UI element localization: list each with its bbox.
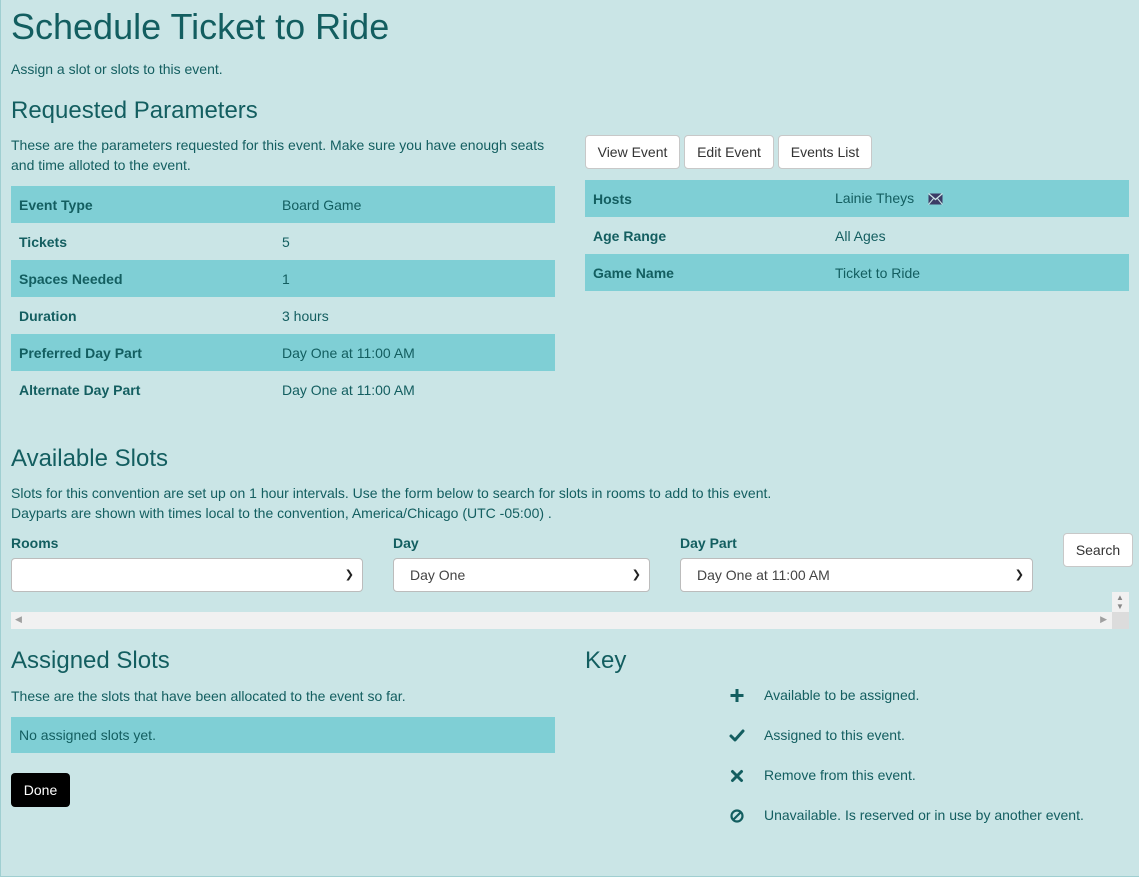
table-row: Event Type Board Game xyxy=(11,186,555,223)
param-label: Duration xyxy=(19,307,77,324)
param-value: 3 hours xyxy=(282,307,329,324)
key-item-text: Assigned to this event. xyxy=(764,727,905,743)
done-button[interactable]: Done xyxy=(11,773,70,807)
host-name[interactable]: Lainie Theys xyxy=(835,190,914,206)
cross-icon xyxy=(727,766,747,786)
daypart-label: Day Part xyxy=(680,535,737,551)
day-select[interactable]: Day One ❯ xyxy=(393,558,650,592)
event-info-table: Hosts Lainie Theys Age Range All Ages Ga… xyxy=(585,180,1129,291)
available-heading: Available Slots xyxy=(11,445,168,472)
events-list-button[interactable]: Events List xyxy=(778,135,872,169)
chevron-down-icon: ❯ xyxy=(1014,569,1024,581)
table-row: Alternate Day Part Day One at 11:00 AM xyxy=(11,371,555,408)
envelope-icon[interactable] xyxy=(928,192,943,208)
key-item-text: Unavailable. Is reserved or in use by an… xyxy=(764,807,1084,823)
param-value: Day One at 11:00 AM xyxy=(282,381,415,398)
day-label: Day xyxy=(393,535,419,551)
view-event-button[interactable]: View Event xyxy=(585,135,680,169)
param-value: 1 xyxy=(274,260,555,297)
ban-icon xyxy=(727,806,747,826)
assigned-heading: Assigned Slots xyxy=(11,647,170,674)
horizontal-scrollbar[interactable]: ◀ ▶ xyxy=(11,612,1113,629)
table-row: Hosts Lainie Theys xyxy=(585,180,1129,217)
scrollbar-corner xyxy=(1112,612,1129,629)
check-icon xyxy=(727,726,747,746)
available-line2: Dayparts are shown with times local to t… xyxy=(11,505,552,521)
table-row: Spaces Needed 1 xyxy=(11,260,555,297)
assigned-empty-message: No assigned slots yet. xyxy=(11,717,555,753)
table-row: Tickets 5 xyxy=(11,223,555,260)
key-item-text: Remove from this event. xyxy=(764,767,916,783)
param-label: Tickets xyxy=(19,233,67,250)
table-row: Preferred Day Part Day One at 11:00 AM xyxy=(11,334,555,371)
info-label: Age Range xyxy=(593,227,667,244)
page-title: Schedule Ticket to Ride xyxy=(11,6,390,47)
requested-description: These are the parameters requested for t… xyxy=(11,137,545,173)
daypart-select[interactable]: Day One at 11:00 AM ❯ xyxy=(680,558,1033,592)
edit-event-button[interactable]: Edit Event xyxy=(684,135,774,169)
scroll-right-icon[interactable]: ▶ xyxy=(1100,614,1107,625)
day-select-value: Day One xyxy=(410,567,466,583)
search-button[interactable]: Search xyxy=(1063,533,1133,567)
param-value: Board Game xyxy=(274,186,555,223)
table-row: Duration 3 hours xyxy=(11,297,555,334)
param-label: Spaces Needed xyxy=(11,260,274,297)
chevron-down-icon: ❯ xyxy=(631,569,641,581)
plus-icon xyxy=(727,686,747,706)
info-value: Ticket to Ride xyxy=(827,254,1129,291)
param-label: Preferred Day Part xyxy=(11,334,274,371)
scroll-down-icon[interactable]: ▼ xyxy=(1116,602,1124,611)
table-row: Age Range All Ages xyxy=(585,217,1129,254)
available-line1: Slots for this convention are set up on … xyxy=(11,485,772,501)
info-value: Lainie Theys xyxy=(827,180,1129,217)
param-label: Alternate Day Part xyxy=(19,381,141,398)
vertical-scrollbar[interactable]: ▲ ▼ xyxy=(1112,592,1129,629)
requested-heading: Requested Parameters xyxy=(11,97,258,124)
requested-table: Event Type Board Game Tickets 5 Spaces N… xyxy=(11,186,555,408)
page-subtitle: Assign a slot or slots to this event. xyxy=(11,61,223,77)
table-row: Game Name Ticket to Ride xyxy=(585,254,1129,291)
rooms-label: Rooms xyxy=(11,535,59,551)
info-label: Hosts xyxy=(585,180,827,217)
scroll-left-icon[interactable]: ◀ xyxy=(15,614,22,625)
param-value: Day One at 11:00 AM xyxy=(274,334,555,371)
info-label: Game Name xyxy=(585,254,827,291)
daypart-select-value: Day One at 11:00 AM xyxy=(697,567,830,583)
param-label: Event Type xyxy=(11,186,274,223)
chevron-down-icon: ❯ xyxy=(344,569,354,581)
scroll-up-icon[interactable]: ▲ xyxy=(1116,593,1124,602)
key-heading: Key xyxy=(585,647,627,674)
key-item-text: Available to be assigned. xyxy=(764,687,920,703)
info-value: All Ages xyxy=(835,227,886,244)
assigned-description: These are the slots that have been alloc… xyxy=(11,688,406,704)
rooms-select[interactable]: ❯ xyxy=(11,558,363,592)
param-value: 5 xyxy=(282,233,290,250)
